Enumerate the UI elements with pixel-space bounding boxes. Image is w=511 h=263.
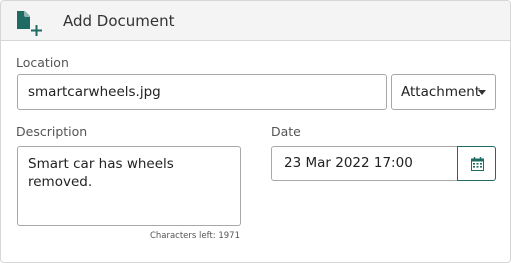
description-textarea[interactable]: Smart car has wheels removed. xyxy=(17,146,241,226)
date-input[interactable]: 23 Mar 2022 17:00 xyxy=(271,146,458,181)
add-document-panel: Add Document Location smartcarwheels.jpg… xyxy=(0,0,511,263)
dropdown-selected-value: Attachment xyxy=(401,84,481,100)
panel-title: Add Document xyxy=(63,12,175,30)
description-label: Description xyxy=(16,124,88,139)
location-type-dropdown[interactable]: Attachment xyxy=(391,74,496,110)
panel-header: Add Document xyxy=(1,1,510,41)
caret-down-icon xyxy=(478,90,486,95)
add-document-icon xyxy=(16,10,48,36)
date-label: Date xyxy=(271,124,301,139)
location-input[interactable]: smartcarwheels.jpg xyxy=(17,74,387,110)
date-picker-button[interactable] xyxy=(457,146,496,181)
location-label: Location xyxy=(16,55,69,70)
characters-left-counter: Characters left: 1971 xyxy=(149,231,240,241)
calendar-icon xyxy=(471,157,484,171)
